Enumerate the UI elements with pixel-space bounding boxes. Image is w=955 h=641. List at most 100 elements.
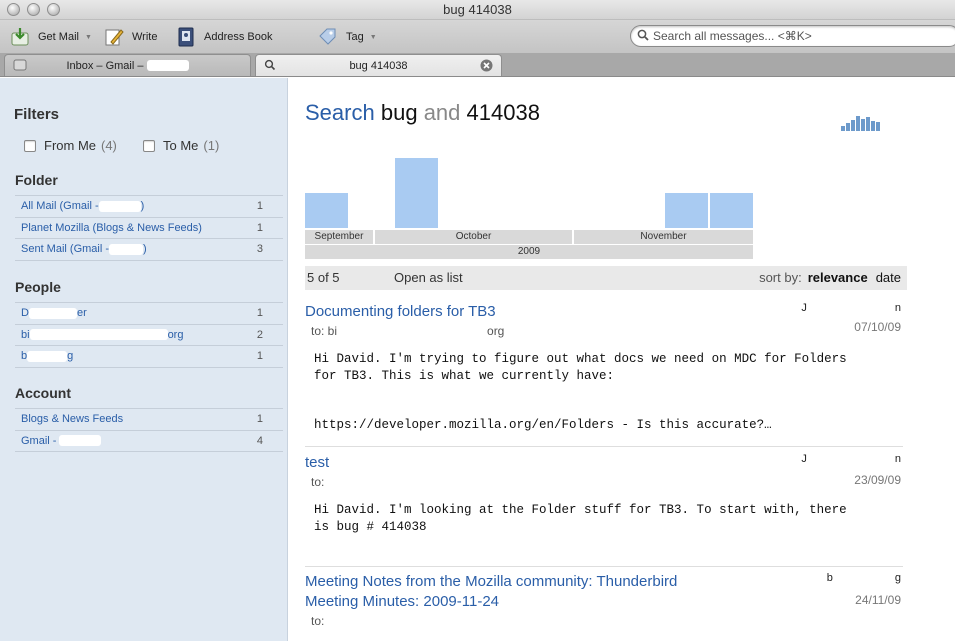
timeline-bar[interactable] [665,193,708,228]
people-item[interactable]: Der 1 [15,303,283,325]
sort-controls: sort by: relevance date [759,270,901,285]
to-me-count: (1) [203,138,220,153]
open-as-list-link[interactable]: Open as list [394,270,463,285]
tab-inbox[interactable]: Inbox – Gmail – [4,54,251,76]
message-separator [305,566,903,567]
folder-item-all-mail[interactable]: All Mail (Gmail -) 1 [15,196,283,218]
window-title: bug 414038 [443,2,512,17]
filters-heading: Filters [14,106,60,123]
message-subject[interactable]: Documenting folders for TB3 [305,302,496,322]
message-subject[interactable]: Meeting Notes from the Mozilla community… [305,572,677,612]
global-search-box[interactable] [630,25,955,47]
write-pencil-icon [104,27,124,47]
toolbar: Get Mail ▼ Write Address Book Tag ▼ Sear… [0,20,955,53]
result-message[interactable]: test to: Jn 23/09/09 Hi David. I'm looki… [305,453,903,568]
result-message[interactable]: Meeting Notes from the Mozilla community… [305,572,903,641]
from-me-label: From Me [44,138,96,153]
folder-count: 3 [256,243,263,256]
people-count: 1 [256,350,263,363]
tab-search-results[interactable]: bug 414038 [255,54,502,76]
to-me-filter[interactable]: To Me (1) [143,138,219,153]
message-snippet: Hi David. I'm looking at the Folder stuf… [314,503,847,534]
people-count: 1 [256,307,263,320]
message-date: 07/10/09 [854,320,901,334]
tag-label: Tag [346,31,364,43]
from-me-checkbox[interactable] [24,139,36,152]
tab-inbox-label: Inbox – Gmail – [66,59,147,72]
from-me-count: (4) [101,138,117,153]
get-mail-icon [10,27,30,47]
message-sender: Jn [801,453,901,465]
message-subject[interactable]: test [305,453,329,473]
tag-dropdown-icon[interactable]: ▼ [370,34,377,41]
get-mail-dropdown-icon[interactable]: ▼ [85,34,92,41]
folder-label: All Mail (Gmail - [21,200,99,213]
search-results-pane: Search bug and 414038 September October … [289,78,955,641]
timeline-chart: September October November 2009 [305,148,753,259]
write-label: Write [132,31,158,43]
people-count: 2 [256,328,263,341]
write-button[interactable]: Write [104,26,157,48]
address-book-label: Address Book [204,31,273,43]
search-input[interactable] [653,29,933,43]
get-mail-button[interactable]: Get Mail ▼ [10,26,92,48]
timeline-bar[interactable] [395,158,438,228]
message-recipient: to: bi org [311,324,505,338]
folder-heading: Folder [15,172,58,188]
people-item[interactable]: bg 1 [15,346,283,368]
from-me-filter[interactable]: From Me (4) [24,138,117,153]
year-label: 2009 [305,245,753,259]
folder-item-planet-mozilla[interactable]: Planet Mozilla (Blogs & News Feeds) 1 [15,218,283,239]
month-label: November [574,230,753,244]
search-conjunction: and [423,100,461,125]
to-me-checkbox[interactable] [143,139,155,152]
sort-date-option[interactable]: date [876,270,901,285]
search-term: 414038 [466,100,540,125]
address-book-button[interactable]: Address Book [176,26,272,48]
folder-item-sent-mail[interactable]: Sent Mail (Gmail -) 3 [15,239,283,261]
folder-label: Sent Mail (Gmail - [21,243,110,256]
search-icon [637,29,649,44]
account-count: 1 [256,413,263,426]
folder-list: All Mail (Gmail -) 1 Planet Mozilla (Blo… [15,195,283,261]
message-recipient: to: [311,614,325,628]
folder-label: Planet Mozilla (Blogs & News Feeds) [21,221,202,234]
sort-relevance-option[interactable]: relevance [808,270,868,285]
result-message[interactable]: Documenting folders for TB3 to: bi org Jn… [305,302,903,447]
folder-count: 1 [256,200,263,213]
folder-count: 1 [256,221,263,234]
people-list: Der 1 bi org 2 bg 1 [15,302,283,368]
people-heading: People [15,279,61,295]
message-recipient: to: [311,475,325,489]
account-list: Blogs & News Feeds 1 Gmail - 4 [15,408,283,452]
title-bar: bug 414038 [0,0,955,20]
filters-sidebar: Filters From Me (4) To Me (1) Folder All… [0,78,288,641]
message-snippet: Hi David. I'm trying to figure out what … [314,352,847,432]
tag-icon [318,27,338,47]
timeline-bar[interactable] [710,193,753,228]
search-title-prefix: Search [305,100,375,125]
account-count: 4 [256,434,263,447]
message-date: 23/09/09 [854,473,901,487]
timeline-toggle-icon[interactable] [841,116,880,131]
results-count: 5 of 5 [307,270,340,285]
tab-search-label: bug 414038 [349,59,408,72]
people-item[interactable]: bi org 2 [15,325,283,346]
to-me-label: To Me [163,138,199,153]
message-sender: Jn [801,302,901,314]
tag-button[interactable]: Tag ▼ [318,26,377,48]
month-label: September [305,230,373,244]
timeline-bar[interactable] [305,193,348,228]
account-item-blogs-news[interactable]: Blogs & News Feeds 1 [15,409,283,431]
close-tab-icon[interactable] [480,59,493,75]
results-bar: 5 of 5 Open as list sort by: relevance dat… [305,266,907,290]
account-item-gmail[interactable]: Gmail - 4 [15,431,283,452]
search-term: bug [380,100,418,125]
search-title: Search bug and 414038 [305,100,540,126]
message-separator [305,446,903,447]
account-heading: Account [15,385,71,401]
get-mail-label: Get Mail [38,31,79,43]
message-date: 24/11/09 [855,593,901,607]
month-label: October [375,230,572,244]
redacted-account [146,60,189,72]
